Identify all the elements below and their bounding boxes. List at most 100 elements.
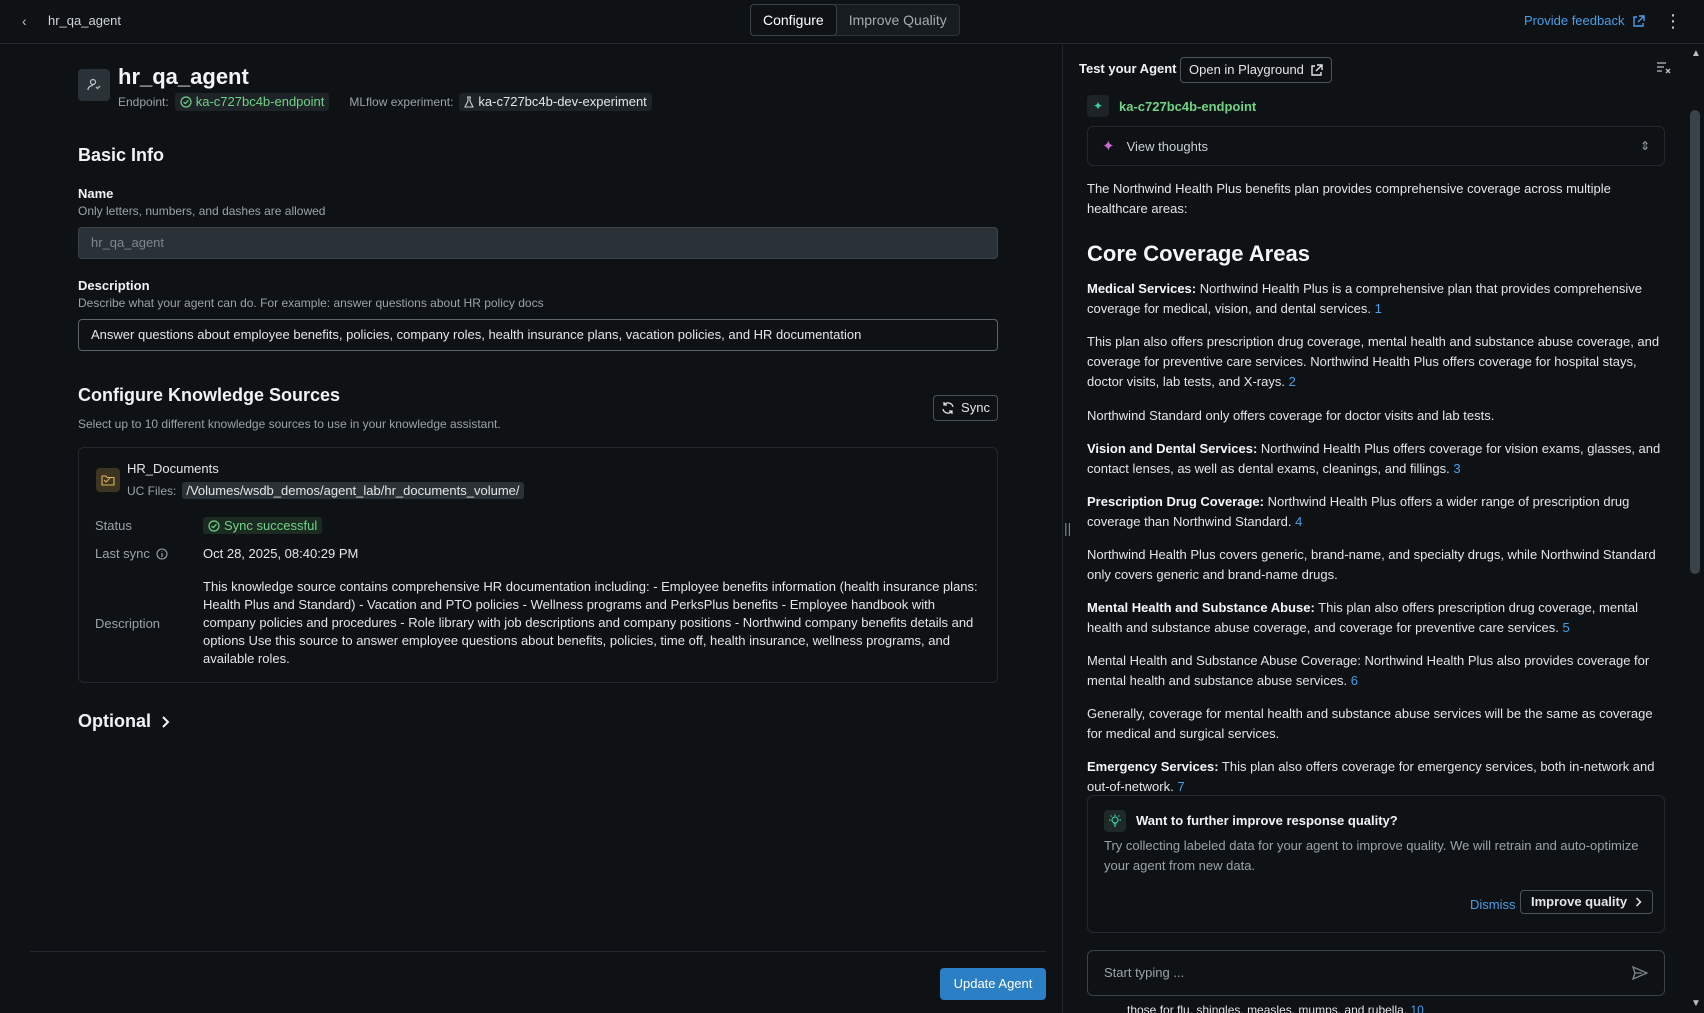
back-chevron-icon[interactable]: ‹: [22, 12, 36, 30]
improve-card-text: Try collecting labeled data for your age…: [1104, 838, 1639, 873]
clear-chat-icon[interactable]: [1655, 59, 1673, 77]
scroll-down-arrow-icon[interactable]: ▼: [1691, 998, 1701, 1009]
provide-feedback-link[interactable]: Provide feedback: [1524, 12, 1646, 30]
flask-icon: [464, 96, 475, 108]
experiment-label: MLflow experiment:: [349, 95, 454, 109]
chevron-right-icon: [162, 715, 170, 728]
response-paragraph: This plan also offers prescription drug …: [1087, 332, 1665, 392]
source-path-label: UC Files:: [127, 483, 177, 498]
last-sync-label-row: Last sync: [95, 546, 168, 561]
chat-input-placeholder: Start typing ...: [1104, 965, 1185, 980]
sync-label: Sync: [961, 400, 990, 415]
trail-text: those for flu, shingles, measles, mumps,…: [1127, 1003, 1411, 1013]
citation-link[interactable]: 4: [1295, 514, 1302, 529]
response-paragraph: Emergency Services: This plan also offer…: [1087, 757, 1665, 797]
test-agent-title: Test your Agent: [1079, 61, 1177, 76]
response-intro: The Northwind Health Plus benefits plan …: [1087, 181, 1611, 216]
citation-link[interactable]: 6: [1351, 673, 1358, 688]
update-agent-button[interactable]: Update Agent: [940, 968, 1046, 1000]
response-paragraph: Mental Health and Substance Abuse Covera…: [1087, 651, 1665, 691]
experiment-name: ka-c727bc4b-dev-experiment: [478, 94, 647, 109]
scroll-up-arrow-icon[interactable]: ▲: [1691, 48, 1701, 59]
external-link-icon: [1633, 14, 1646, 27]
para-bold: Emergency Services:: [1087, 759, 1219, 774]
refresh-icon: [942, 402, 954, 414]
top-bar: ‹ hr_qa_agent Configure Improve Quality …: [0, 0, 1704, 44]
chevron-right-icon: [1636, 897, 1642, 907]
external-link-icon: [1311, 63, 1323, 76]
knowledge-source-card: HR_Documents UC Files: /Volumes/wsdb_dem…: [78, 447, 998, 683]
response-heading: Core Coverage Areas: [1087, 241, 1310, 266]
agent-meta: Endpoint: ka-c727bc4b-endpoint MLflow ex…: [118, 93, 652, 111]
breadcrumb[interactable]: hr_qa_agent: [48, 12, 121, 30]
citation-link[interactable]: 7: [1177, 779, 1184, 794]
endpoint-chip[interactable]: ka-c727bc4b-endpoint: [174, 93, 330, 111]
optional-label: Optional: [78, 711, 151, 731]
source-path: /Volumes/wsdb_demos/agent_lab/hr_documen…: [182, 482, 524, 499]
view-tabs: Configure Improve Quality: [750, 4, 960, 36]
status-label: Status: [95, 518, 132, 533]
source-description-label: Description: [95, 616, 161, 631]
status-text: Sync successful: [224, 518, 318, 533]
citation-link[interactable]: 2: [1289, 374, 1296, 389]
response-paragraph: Northwind Standard only offers coverage …: [1087, 408, 1495, 423]
send-icon[interactable]: [1631, 965, 1649, 985]
source-path-row: UC Files: /Volumes/wsdb_demos/agent_lab/…: [127, 482, 524, 499]
knowledge-sources-heading: Configure Knowledge Sources: [78, 385, 341, 405]
lightbulb-icon: [1104, 810, 1126, 832]
folder-icon: [96, 468, 120, 492]
last-sync-label: Last sync: [95, 546, 150, 561]
configure-panel: hr_qa_agent Endpoint: ka-c727bc4b-endpoi…: [0, 45, 1062, 1013]
citation-link[interactable]: 10: [1410, 1003, 1423, 1013]
chat-endpoint-row: ✦ ka-c727bc4b-endpoint: [1087, 95, 1256, 117]
citation-link[interactable]: 1: [1375, 301, 1382, 316]
feedback-label: Provide feedback: [1524, 13, 1625, 28]
open-playground-button[interactable]: Open in Playground: [1180, 57, 1332, 83]
para-bold: Prescription Drug Coverage:: [1087, 494, 1264, 509]
improve-quality-card: Want to further improve response quality…: [1087, 795, 1665, 933]
description-hint: Describe what your agent can do. For exa…: [78, 296, 544, 310]
optional-section-toggle[interactable]: Optional: [78, 711, 171, 732]
chat-input[interactable]: Start typing ...: [1087, 950, 1665, 996]
tab-configure[interactable]: Configure: [750, 4, 837, 36]
experiment-chip[interactable]: ka-c727bc4b-dev-experiment: [459, 93, 652, 111]
test-agent-panel: Test your Agent Open in Playground ✦ ka-…: [1063, 45, 1688, 1013]
para-text: Mental Health and Substance Abuse Covera…: [1087, 653, 1650, 688]
citation-link[interactable]: 5: [1563, 620, 1570, 635]
sparkle-icon: ✦: [1102, 138, 1115, 155]
basic-info-heading: Basic Info: [78, 145, 165, 165]
para-text: This plan also offers prescription drug …: [1087, 334, 1660, 389]
description-field[interactable]: Answer questions about employee benefits…: [78, 319, 998, 351]
para-bold: Mental Health and Substance Abuse:: [1087, 600, 1315, 615]
expand-collapse-icon: ⇕: [1639, 139, 1650, 153]
para-bold: Medical Services:: [1087, 281, 1197, 296]
name-field: hr_qa_agent: [78, 227, 998, 259]
check-circle-icon: [208, 519, 220, 532]
improve-quality-button[interactable]: Improve quality: [1520, 890, 1654, 914]
response-paragraph: Medical Services: Northwind Health Plus …: [1087, 279, 1665, 319]
scrollbar-thumb[interactable]: [1690, 110, 1700, 574]
view-thoughts-label: View thoughts: [1126, 138, 1209, 154]
tab-improve-quality[interactable]: Improve Quality: [837, 5, 959, 35]
response-paragraph: Generally, coverage for mental health an…: [1087, 706, 1653, 741]
info-icon[interactable]: [156, 547, 168, 560]
more-options-icon[interactable]: ⋮: [1664, 10, 1682, 32]
dismiss-button[interactable]: Dismiss: [1470, 897, 1516, 912]
response-paragraph: Northwind Health Plus covers generic, br…: [1087, 547, 1656, 582]
check-circle-icon: [180, 96, 192, 108]
endpoint-label: Endpoint:: [118, 95, 169, 109]
citation-link[interactable]: 3: [1453, 461, 1460, 476]
status-badge: Sync successful: [203, 517, 323, 534]
scrolled-text-fragment: those for flu, shingles, measles, mumps,…: [1127, 1003, 1424, 1013]
para-bold: Vision and Dental Services:: [1087, 441, 1258, 456]
view-thoughts-toggle[interactable]: ✦ View thoughts ⇕: [1087, 126, 1665, 166]
response-paragraph: Prescription Drug Coverage: Northwind He…: [1087, 492, 1665, 532]
improve-card-title: Want to further improve response quality…: [1136, 813, 1398, 828]
last-sync-value: Oct 28, 2025, 08:40:29 PM: [203, 546, 359, 561]
chat-endpoint-name: ka-c727bc4b-endpoint: [1119, 98, 1257, 114]
name-label: Name: [78, 186, 114, 201]
footer-divider: [30, 951, 1046, 952]
knowledge-sources-hint: Select up to 10 different knowledge sour…: [78, 417, 501, 431]
source-name: HR_Documents: [127, 461, 219, 476]
sync-button[interactable]: Sync: [933, 395, 998, 421]
